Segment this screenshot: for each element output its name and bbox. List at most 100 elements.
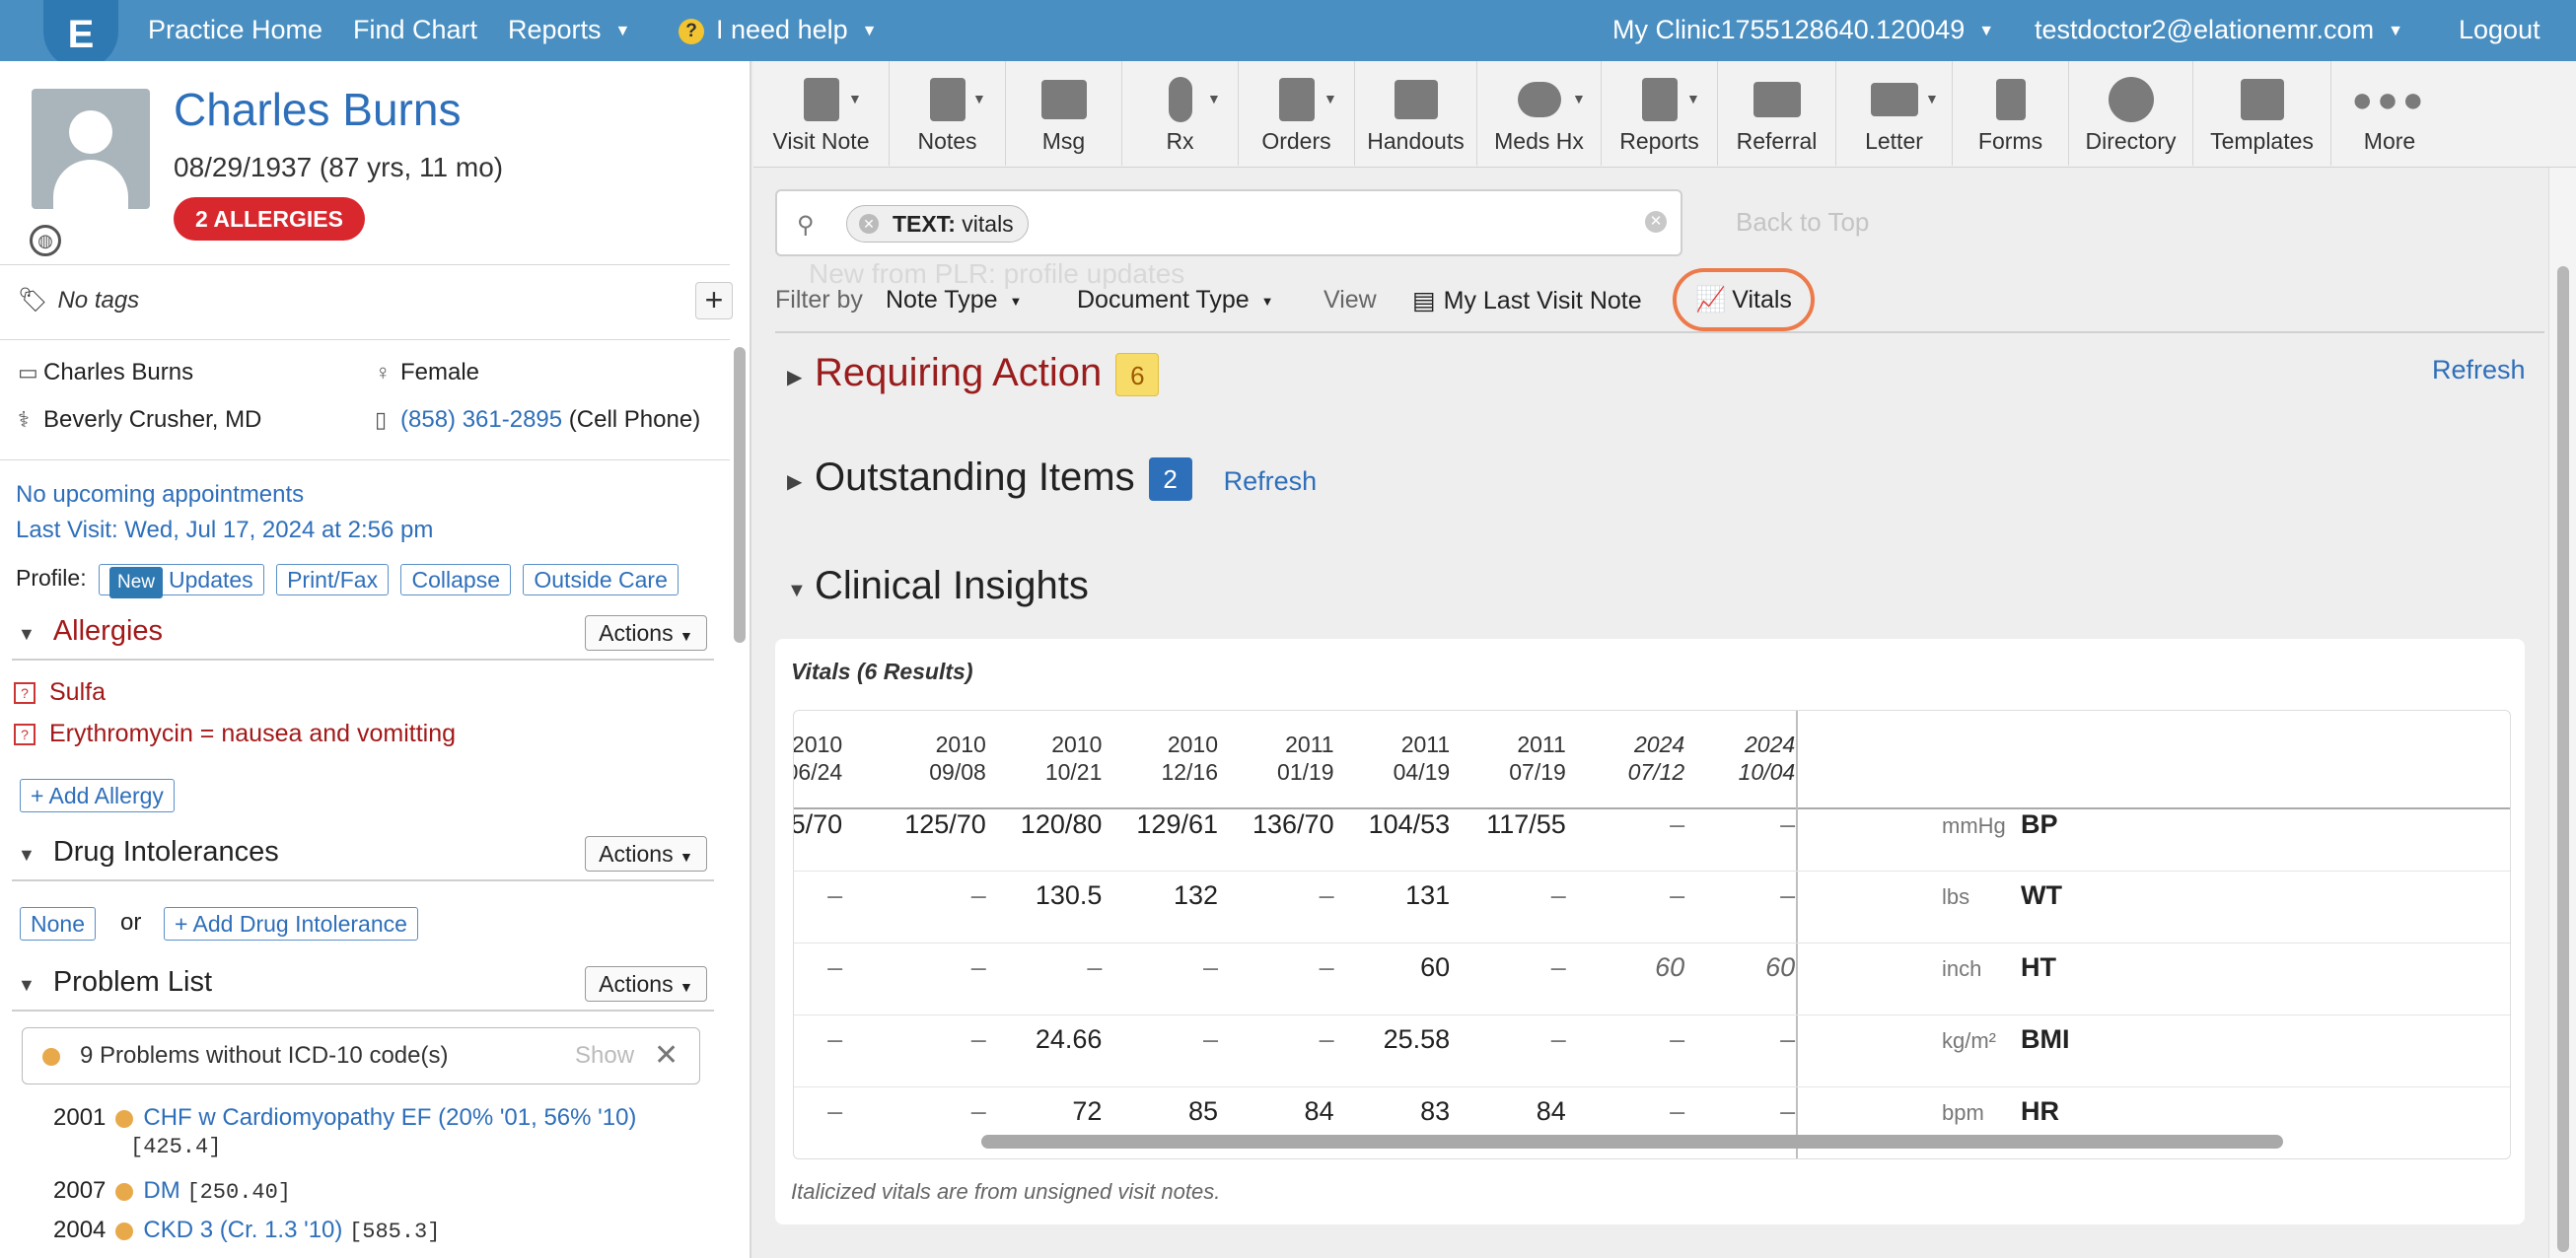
intolerances-actions-button[interactable]: Actions ▼ [585,836,707,872]
document-type-dropdown[interactable]: Document Type ▼ [1077,286,1274,314]
toolbar-msg[interactable]: Msg [1006,61,1122,166]
main-scroll-thumb[interactable] [2557,266,2569,1252]
document-icon [803,78,839,121]
vitals-view-button[interactable]: 📈 Vitals [1673,268,1815,331]
toolbar-handouts[interactable]: Handouts [1355,61,1477,166]
search-filter-chip[interactable]: ✕ TEXT: vitals [846,205,1029,243]
print-fax-button[interactable]: Print/Fax [276,564,390,595]
clinical-insights-header[interactable]: ▼ Clinical Insights [787,564,1089,608]
document-type-label: Document Type [1077,286,1250,314]
toolbar-more[interactable]: ●●● More [2331,61,2448,166]
help-icon: ? [679,18,704,44]
problem-name[interactable]: CHF w Cardiomyopathy EF (20% '01, 56% '1… [143,1104,636,1131]
add-drug-intolerance-button[interactable]: + Add Drug Intolerance [164,907,418,941]
allergies-header[interactable]: ▼ Allergies [18,615,163,648]
no-intolerance-button[interactable]: None [20,907,96,941]
provider-text: Beverly Crusher, MD [43,406,262,433]
problem-item[interactable]: 2004 CKD 3 (Cr. 1.3 '10) [585.3] [53,1217,440,1244]
toolbar-rx[interactable]: ▼ Rx [1122,61,1239,166]
toolbar-notes[interactable]: ▼ Notes [890,61,1006,166]
icd10-warning: 9 Problems without ICD-10 code(s) Show ✕ [22,1027,700,1084]
add-tag-button[interactable]: + [695,282,733,319]
outside-care-button[interactable]: Outside Care [523,564,679,595]
collapse-button[interactable]: Collapse [400,564,511,595]
clinic-selector[interactable]: My Clinic1755128640.120049 ▼ [1612,0,1994,61]
upcoming-appointments-link[interactable]: No upcoming appointments [16,481,304,509]
problem-actions-button[interactable]: Actions ▼ [585,966,707,1002]
sidebar-scrollbar[interactable] [734,347,746,643]
view-label: View [1324,286,1377,314]
nav-find-chart[interactable]: Find Chart [353,0,477,61]
toolbar-label: Meds Hx [1494,128,1584,154]
mobile-phone-icon: ▯ [375,407,388,432]
chevron-down-icon: ▼ [848,91,862,106]
vital-unit: lbs [1942,884,1970,910]
collapse-triangle-icon: ▼ [18,975,36,995]
elation-logo[interactable]: E [43,0,118,69]
problem-item[interactable]: 2007 DM [250.40] [53,1177,291,1205]
clear-search-icon[interactable]: ✕ [1645,211,1667,233]
horizontal-scrollbar[interactable] [981,1135,2283,1149]
toolbar-directory[interactable]: Directory [2069,61,2193,166]
back-to-top-link[interactable]: Back to Top [1736,207,1869,238]
toolbar-templates[interactable]: Templates [2193,61,2331,166]
my-last-visit-note-button[interactable]: ▤ My Last Visit Note [1412,286,1642,315]
nav-reports-label: Reports [508,15,602,44]
toolbar-orders[interactable]: ▼ Orders [1239,61,1355,166]
divider [0,339,730,340]
nav-practice-home[interactable]: Practice Home [148,0,322,61]
logout-link[interactable]: Logout [2459,0,2540,61]
refresh-link[interactable]: Refresh [2432,355,2526,385]
date-column-header[interactable]: 2024 10/04 [1657,731,1796,786]
main-scrollbar[interactable] [2548,168,2576,1258]
display-name-text: Charles Burns [43,359,194,385]
toolbar-letter[interactable]: ▼ Letter [1836,61,1953,166]
close-icon[interactable]: ✕ [654,1028,679,1083]
note-type-dropdown[interactable]: Note Type ▼ [886,286,1022,314]
toolbar-meds-hx[interactable]: ▼ Meds Hx [1477,61,1602,166]
problem-item[interactable]: 2001 CHF w Cardiomyopathy EF (20% '01, 56… [53,1104,636,1159]
phone-link[interactable]: (858) 361-2895 [400,406,562,433]
outstanding-refresh-link[interactable]: Refresh [1224,466,1318,496]
problem-name[interactable]: CKD 3 (Cr. 1.3 '10) [143,1217,342,1243]
problem-list-header[interactable]: ▼ Problem List [18,966,212,999]
last-visit-link[interactable]: Last Visit: Wed, Jul 17, 2024 at 2:56 pm [16,517,433,544]
vital-value-cell: – [1780,1095,1796,1126]
chevron-down-icon: ▼ [1207,91,1221,106]
new-badge: New [108,567,163,598]
problem-name[interactable]: DM [143,1177,179,1204]
toolbar-reports[interactable]: ▼ Reports [1602,61,1718,166]
tags-row[interactable]: 🏷 No tags [18,286,139,314]
patient-name[interactable]: Charles Burns [174,83,461,136]
show-link[interactable]: Show [575,1028,634,1083]
chevron-down-icon: ▼ [679,979,693,995]
globe-icon[interactable]: ◍ [30,225,61,256]
vital-value-cell: – [1780,880,1796,911]
chart-search-input[interactable]: ⚲ ✕ TEXT: vitals ✕ [775,189,1682,256]
date-column-header[interactable]: 2011 07/19 [1428,731,1566,786]
toolbar-referral[interactable]: Referral [1718,61,1836,166]
toolbar-label: More [2363,128,2416,154]
chevron-down-icon: ▼ [1925,91,1939,106]
phone-type: (Cell Phone) [568,406,701,433]
add-allergy-button[interactable]: + Add Allergy [20,779,175,812]
outstanding-items-header[interactable]: ▶ Outstanding Items 2 Refresh [787,455,1318,502]
updates-label: Updates [169,567,253,593]
profile-label: Profile: [16,565,87,592]
toolbar-forms[interactable]: Forms [1953,61,2069,166]
allergies-actions-button[interactable]: Actions ▼ [585,615,707,651]
drug-intolerances-header[interactable]: ▼ Drug Intolerances [18,836,279,869]
column-divider [1796,711,1798,1158]
requiring-action-header[interactable]: ▶ Requiring Action 6 [787,351,1160,397]
allergy-item[interactable]: ? Erythromycin = nausea and vomitting [14,720,456,748]
nav-reports[interactable]: Reports ▼ [508,0,630,61]
nav-help[interactable]: ? I need help ▼ [679,0,877,61]
allergy-item[interactable]: ? Sulfa [14,678,106,707]
remove-chip-icon[interactable]: ✕ [859,214,879,234]
date-column-header[interactable]: 2010 06/24 [794,731,842,786]
vitals-title: Vitals (6 Results) [791,659,973,684]
toolbar-visit-note[interactable]: ▼ Visit Note [753,61,890,166]
user-menu[interactable]: testdoctor2@elationemr.com ▼ [2035,0,2403,61]
allergy-count-badge[interactable]: 2 ALLERGIES [174,197,365,241]
profile-updates-button[interactable]: New Updates [98,564,264,598]
